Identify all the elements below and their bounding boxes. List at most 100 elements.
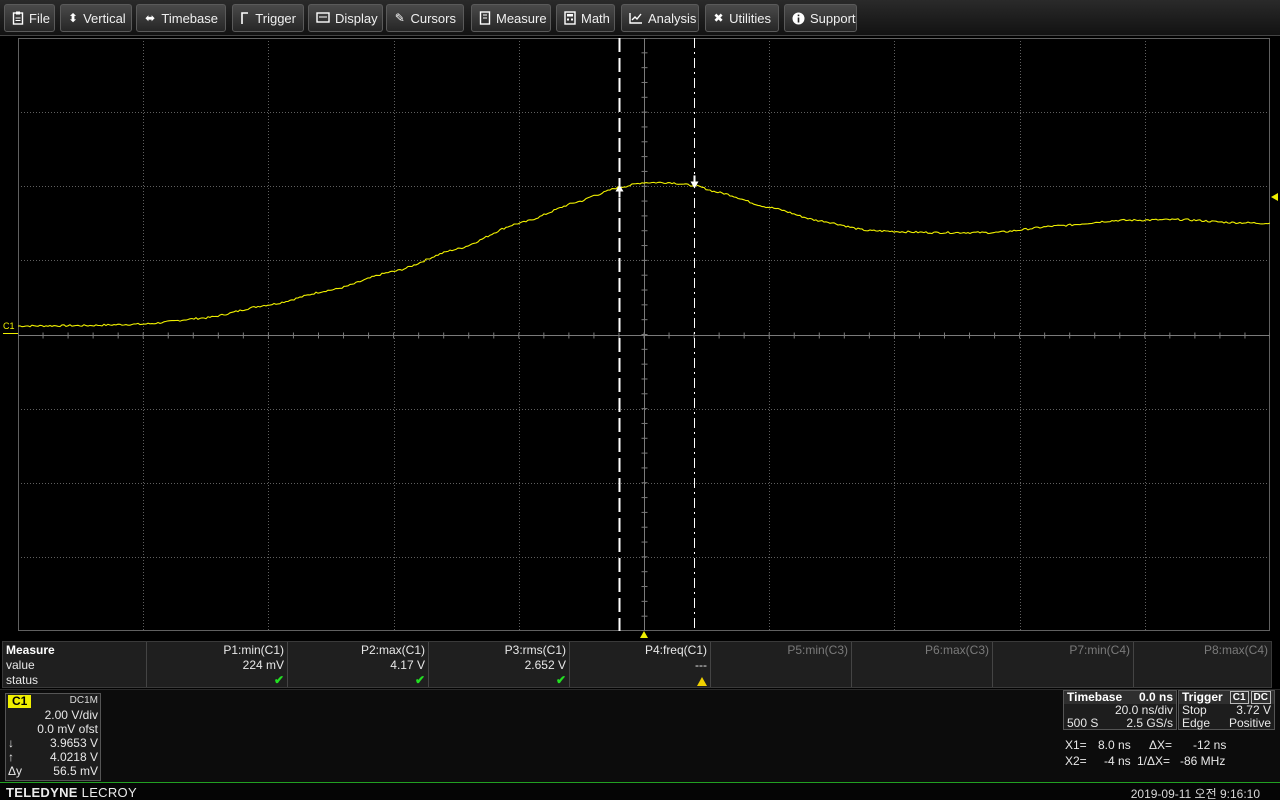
status-bar: TELEDYNE LECROY 2019-09-11 오전 9:16:10 xyxy=(0,782,1280,800)
info-icon xyxy=(792,11,805,25)
trigger-flag-icon xyxy=(240,11,250,25)
channel-vdiv: 2.00 V/div xyxy=(44,708,98,722)
measure-row-labels: Measure value status xyxy=(3,642,146,687)
measure-icon xyxy=(479,11,491,25)
channel-ground-line xyxy=(3,333,18,334)
cursor2-symbol: ↑ xyxy=(8,750,14,764)
dx-label: ΔX= xyxy=(1149,738,1173,752)
inv-dx-value: -86 MHz xyxy=(1180,754,1226,768)
channel-offset: 0.0 mV ofst xyxy=(37,722,98,736)
measure-param-p3[interactable]: P3:rms(C1) 2.652 V ✔ xyxy=(428,642,569,687)
menu-trigger-label: Trigger xyxy=(255,10,296,26)
measure-header[interactable]: Measure xyxy=(6,643,143,658)
x1-value: 8.0 ns xyxy=(1098,738,1131,752)
status-warning-icon xyxy=(697,677,707,686)
param-value: --- xyxy=(695,658,707,672)
menu-utilities-label: Utilities xyxy=(729,10,771,26)
menu-support-button[interactable]: Support xyxy=(784,4,857,32)
cursor1-symbol: ↓ xyxy=(8,736,14,750)
trigger-level-marker[interactable] xyxy=(1271,193,1278,201)
menu-cursors-button[interactable]: ✎ Cursors xyxy=(386,4,464,32)
channel-tag: C1 xyxy=(8,695,32,708)
timebase-descriptor[interactable]: Timebase 0.0 ns 20.0 ns/div 500 S 2.5 GS… xyxy=(1063,690,1177,730)
channel-descriptor-c1[interactable]: C1 DC1M 2.00 V/div 0.0 mV ofst ↓ 3.9653 … xyxy=(5,693,101,781)
measure-param-p1[interactable]: P1:min(C1) 224 mV ✔ xyxy=(146,642,287,687)
measure-param-p5[interactable]: P5:min(C3) xyxy=(710,642,851,687)
param-value: 2.652 V xyxy=(524,658,566,672)
brand-bold: TELEDYNE xyxy=(6,785,78,800)
measure-status-label: status xyxy=(6,673,39,687)
menu-timebase-button[interactable]: ⬌ Timebase xyxy=(136,4,226,32)
measure-value-label: value xyxy=(6,658,35,672)
tools-icon: ✖ xyxy=(713,11,724,25)
menu-measure-label: Measure xyxy=(496,10,547,26)
menu-file-button[interactable]: File xyxy=(4,4,55,32)
menu-vertical-button[interactable]: ⬍ Vertical xyxy=(60,4,132,32)
cursor-pen-icon: ✎ xyxy=(394,11,405,25)
status-ok-icon: ✔ xyxy=(273,673,284,687)
display-icon xyxy=(316,11,330,25)
menu-analysis-label: Analysis xyxy=(648,10,697,26)
menu-math-label: Math xyxy=(581,10,610,26)
brand-light: LECROY xyxy=(81,785,137,800)
param-name: P7:min(C4) xyxy=(1069,643,1130,657)
menu-analysis-button[interactable]: Analysis xyxy=(621,4,699,32)
menu-timebase-label: Timebase xyxy=(161,10,218,26)
inv-dx-label: 1/ΔX= xyxy=(1137,754,1171,768)
param-name: P4:freq(C1) xyxy=(644,643,707,657)
x1-label: X1= xyxy=(1065,738,1087,752)
analysis-chart-icon xyxy=(629,11,643,25)
param-name: P8:max(C4) xyxy=(1203,643,1268,657)
measure-param-p4[interactable]: P4:freq(C1) --- xyxy=(569,642,710,687)
trigger-type: Edge xyxy=(1182,716,1211,730)
menu-support-label: Support xyxy=(810,10,856,26)
measure-param-p7[interactable]: P7:min(C4) xyxy=(992,642,1133,687)
trigger-descriptor[interactable]: Trigger C1 DC Stop 3.72 V Edge Positive xyxy=(1178,690,1275,730)
channel-ground-marker[interactable]: C1 xyxy=(3,322,15,331)
info-panel: C1 DC1M 2.00 V/div 0.0 mV ofst ↓ 3.9653 … xyxy=(0,689,1280,782)
menu-cursors-label: Cursors xyxy=(410,10,456,26)
cursor2-value: 4.0218 V xyxy=(49,750,98,764)
cursor1-value: 3.9653 V xyxy=(49,736,98,750)
channel-coupling: DC1M xyxy=(69,695,98,706)
menu-utilities-button[interactable]: ✖ Utilities xyxy=(705,4,779,32)
menu-display-button[interactable]: Display xyxy=(308,4,383,32)
param-name: P6:max(C3) xyxy=(924,643,989,657)
status-ok-icon: ✔ xyxy=(414,673,425,687)
graticule xyxy=(18,38,1270,631)
param-name: P2:max(C1) xyxy=(360,643,425,657)
menu-display-label: Display xyxy=(335,10,378,26)
delta-y-label: Δy xyxy=(8,764,23,778)
param-name: P1:min(C1) xyxy=(223,643,284,657)
vertical-arrows-icon: ⬍ xyxy=(68,11,79,25)
clipboard-icon xyxy=(12,11,24,25)
date-time: 2019-09-11 오전 9:16:10 xyxy=(1130,787,1260,800)
cursor-layer xyxy=(615,38,699,631)
x2-value: -4 ns xyxy=(1104,754,1131,768)
x2-label: X2= xyxy=(1065,754,1087,768)
menu-vertical-label: Vertical xyxy=(83,10,126,26)
measure-param-p8[interactable]: P8:max(C4) xyxy=(1133,642,1271,687)
menu-math-button[interactable]: Math xyxy=(556,4,615,32)
menu-file-label: File xyxy=(29,10,50,26)
delta-y-value: 56.5 mV xyxy=(53,764,98,778)
timebase-samples: 500 S xyxy=(1067,716,1099,730)
cursor-readout: X1= 8.0 ns ΔX= -12 ns X2= -4 ns 1/ΔX= -8… xyxy=(1063,737,1275,773)
measure-param-p2[interactable]: P2:max(C1) 4.17 V ✔ xyxy=(287,642,428,687)
param-value: 224 mV xyxy=(242,658,284,672)
measure-table: Measure value status P1:min(C1) 224 mV ✔… xyxy=(2,641,1272,688)
brand-logo: TELEDYNE LECROY xyxy=(6,785,137,800)
menu-trigger-button[interactable]: Trigger xyxy=(232,4,304,32)
trigger-position-marker[interactable] xyxy=(640,631,648,638)
calculator-icon xyxy=(564,11,576,25)
measure-param-p6[interactable]: P6:max(C3) xyxy=(851,642,992,687)
waveform-grid[interactable] xyxy=(18,38,1270,631)
status-ok-icon: ✔ xyxy=(555,673,566,687)
trigger-slope: Positive xyxy=(1228,716,1271,730)
dx-value: -12 ns xyxy=(1193,738,1227,752)
horizontal-arrows-icon: ⬌ xyxy=(145,11,156,25)
timebase-rate: 2.5 GS/s xyxy=(1126,716,1173,730)
menu-bar: File ⬍ Vertical ⬌ Timebase Trigger Displ… xyxy=(0,0,1280,36)
timebase-header: Timebase xyxy=(1067,690,1123,704)
menu-measure-button[interactable]: Measure xyxy=(471,4,551,32)
